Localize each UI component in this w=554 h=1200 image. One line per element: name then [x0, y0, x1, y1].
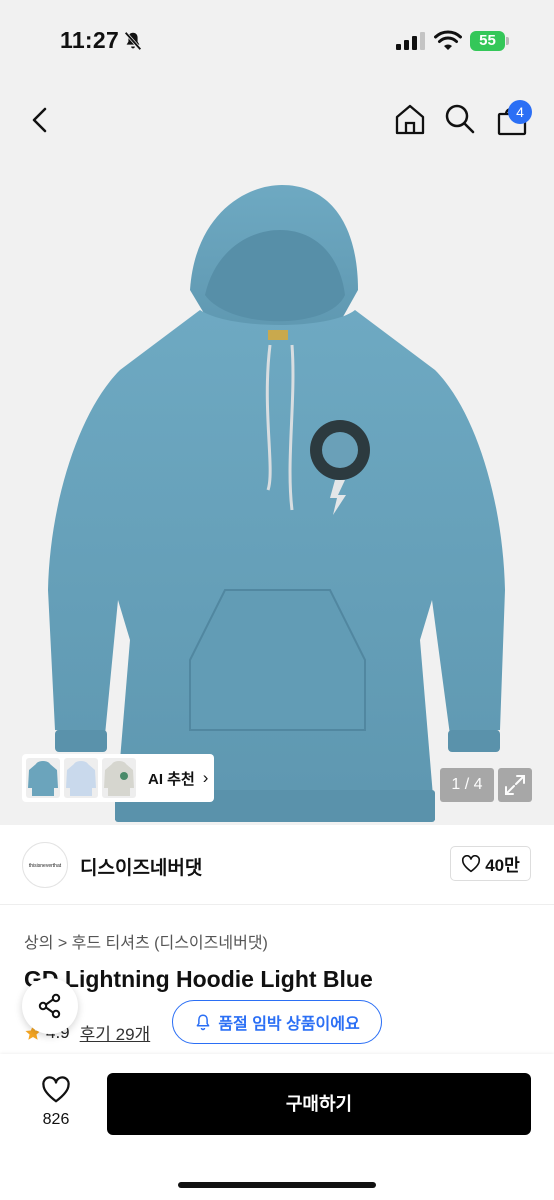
brand-row[interactable]: thisisneverthat 디스이즈네버댓 40만 — [0, 825, 554, 905]
stock-alert-badge[interactable]: 품절 임박 상품이에요 — [172, 1000, 382, 1044]
bell-off-icon — [124, 31, 142, 51]
stock-alert-text: 품절 임박 상품이에요 — [218, 1016, 360, 1033]
breadcrumb[interactable]: 상의 > 후드 티셔츠 (디스이즈네버댓) — [24, 929, 268, 953]
share-button[interactable] — [22, 978, 78, 1034]
like-count: 826 — [42, 1111, 70, 1128]
bell-icon — [196, 1014, 210, 1031]
bottom-action-bar: 826 구매하기 — [0, 1054, 554, 1200]
battery-level: 55 — [470, 31, 505, 51]
image-page-counter: 1 / 4 — [440, 768, 494, 802]
product-image-gallery[interactable] — [0, 80, 554, 825]
share-icon — [38, 993, 61, 1019]
brand-name[interactable]: 디스이즈네버댓 — [80, 853, 202, 880]
cart-count-badge: 4 — [508, 100, 532, 124]
home-icon[interactable] — [393, 102, 427, 136]
ai-recommend-strip[interactable]: AI 추천 › — [22, 754, 214, 802]
expand-icon[interactable] — [498, 768, 532, 802]
cellular-signal-icon — [396, 32, 425, 50]
home-indicator — [178, 1182, 376, 1188]
product-title: GD Lightning Hoodie Light Blue — [24, 966, 373, 992]
heart-icon — [42, 1076, 70, 1103]
brand-follow-button[interactable]: 40만 — [450, 846, 531, 881]
back-button[interactable] — [22, 102, 58, 138]
search-icon[interactable] — [444, 103, 476, 135]
like-button[interactable]: 826 — [28, 1076, 84, 1129]
thumbnail-grey[interactable] — [102, 758, 136, 798]
battery-icon: 55 — [470, 31, 510, 51]
chevron-right-icon: › — [202, 768, 209, 787]
product-image — [48, 185, 505, 822]
review-link[interactable]: 후기 29개 — [80, 1020, 151, 1045]
ai-recommend-link[interactable]: AI 추천 › — [148, 768, 208, 789]
status-time: 11:27 — [60, 27, 120, 53]
brand-logo[interactable]: thisisneverthat — [22, 842, 68, 888]
follow-count: 40만 — [485, 856, 520, 875]
heart-icon — [462, 854, 481, 872]
thumbnail-white-blue[interactable] — [64, 758, 98, 798]
status-bar: 11:27 55 — [0, 0, 554, 80]
thumbnail-light-blue[interactable] — [26, 758, 60, 798]
buy-button[interactable]: 구매하기 — [107, 1073, 531, 1135]
wifi-icon — [434, 30, 462, 50]
ai-recommend-label: AI 추천 — [148, 770, 195, 788]
